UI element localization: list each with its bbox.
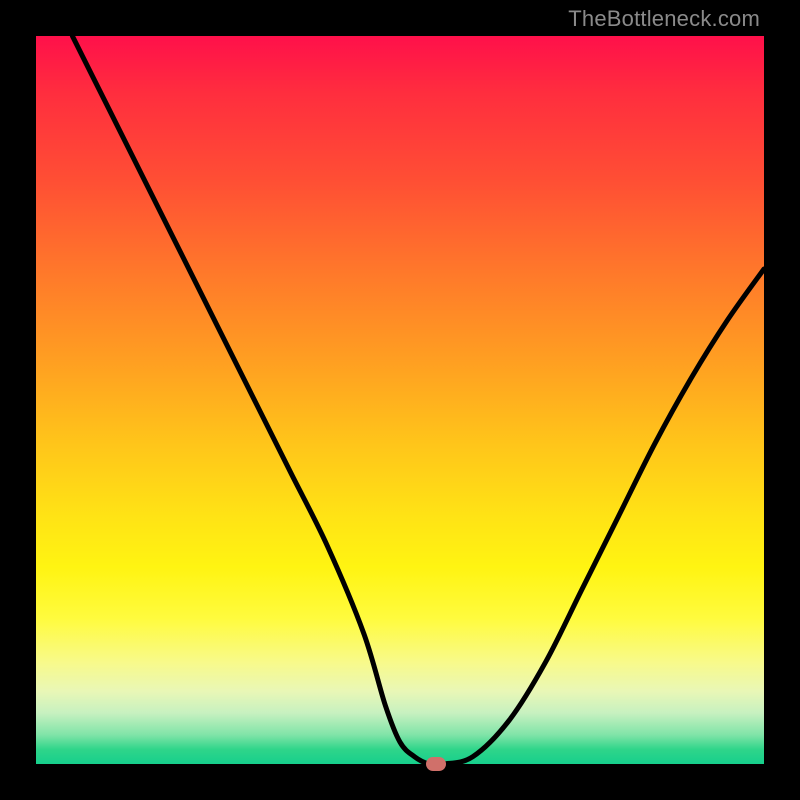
chart-frame: TheBottleneck.com <box>0 0 800 800</box>
plot-area <box>36 36 764 764</box>
bottleneck-curve <box>36 36 764 764</box>
optimum-marker <box>426 757 446 771</box>
watermark-text: TheBottleneck.com <box>568 6 760 32</box>
